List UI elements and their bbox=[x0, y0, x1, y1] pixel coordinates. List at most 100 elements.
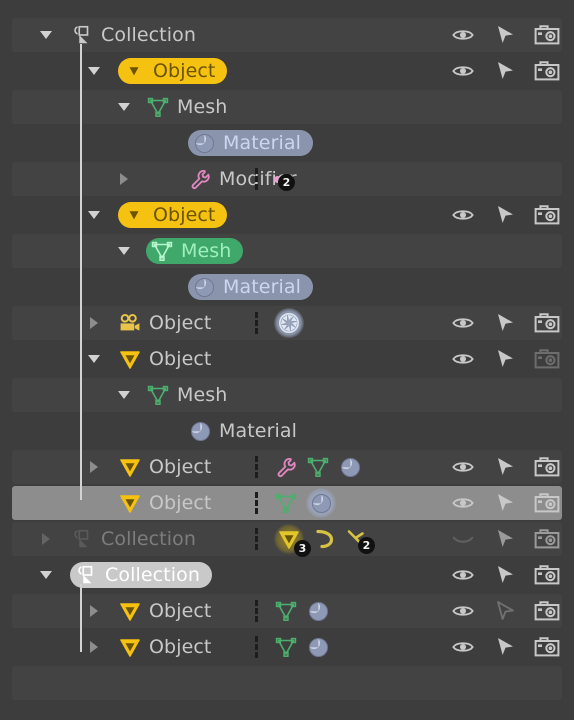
material-sphere-icon[interactable] bbox=[306, 599, 330, 623]
camera-icon[interactable] bbox=[534, 634, 560, 660]
mesh-data-icon[interactable] bbox=[274, 599, 298, 623]
material-sphere-icon[interactable] bbox=[306, 488, 336, 518]
cursor-icon[interactable] bbox=[492, 202, 518, 228]
disclosure-triangle-expanded[interactable] bbox=[86, 198, 102, 232]
material-sphere-icon[interactable] bbox=[306, 635, 330, 659]
camera-icon[interactable] bbox=[534, 454, 560, 480]
cursor-icon[interactable] bbox=[492, 346, 518, 372]
outliner-row[interactable]: Object bbox=[12, 306, 562, 340]
open-eye-icon[interactable] bbox=[450, 310, 476, 336]
row-name-pill[interactable]: Material bbox=[188, 418, 309, 444]
camera-icon[interactable] bbox=[534, 346, 560, 372]
row-name-cell[interactable]: Collection bbox=[70, 522, 208, 556]
outliner-row[interactable]: Mesh bbox=[12, 90, 562, 124]
outliner-row[interactable]: Mesh bbox=[12, 234, 562, 268]
row-name-pill[interactable]: Object bbox=[118, 346, 223, 372]
row-name-cell[interactable]: Object bbox=[118, 486, 223, 520]
disclosure-triangle-expanded[interactable] bbox=[116, 378, 132, 412]
armature-bone-icon[interactable]: 2 bbox=[344, 527, 375, 554]
cursor-icon[interactable] bbox=[492, 526, 518, 552]
row-name-cell[interactable]: Material bbox=[188, 414, 309, 448]
disclosure-triangle-collapsed[interactable] bbox=[86, 306, 102, 340]
outliner-row[interactable]: Object bbox=[12, 486, 562, 520]
open-eye-icon[interactable] bbox=[450, 202, 476, 228]
disclosure-triangle-collapsed[interactable] bbox=[38, 522, 54, 556]
closed-eye-icon[interactable] bbox=[450, 526, 476, 552]
disclosure-triangle-expanded[interactable] bbox=[86, 54, 102, 88]
outliner-row[interactable]: Modifier 2 bbox=[12, 162, 562, 196]
row-name-cell[interactable]: Mesh bbox=[146, 378, 239, 412]
disclosure-triangle-collapsed[interactable] bbox=[86, 630, 102, 664]
row-name-cell[interactable]: Collection bbox=[70, 18, 208, 52]
open-eye-icon[interactable] bbox=[450, 634, 476, 660]
outliner-row[interactable]: Object bbox=[12, 342, 562, 376]
camera-icon[interactable] bbox=[534, 22, 560, 48]
outliner-row[interactable] bbox=[12, 666, 562, 700]
camera-icon[interactable] bbox=[534, 58, 560, 84]
row-name-cell[interactable]: Object bbox=[118, 450, 223, 484]
row-name-pill[interactable]: Material bbox=[188, 130, 313, 156]
outliner-row[interactable]: Material bbox=[12, 270, 562, 304]
row-name-pill[interactable]: Mesh bbox=[146, 382, 239, 408]
camera-icon[interactable] bbox=[534, 202, 560, 228]
outliner-row[interactable]: Object bbox=[12, 198, 562, 232]
camera-icon[interactable] bbox=[534, 490, 560, 516]
row-name-pill[interactable]: Material bbox=[188, 274, 313, 300]
cursor-icon[interactable] bbox=[492, 490, 518, 516]
disclosure-triangle-expanded[interactable] bbox=[86, 342, 102, 376]
cursor-icon[interactable] bbox=[492, 562, 518, 588]
outliner-row[interactable]: Object bbox=[12, 594, 562, 628]
row-name-cell[interactable]: Object bbox=[118, 54, 228, 88]
disclosure-triangle-expanded[interactable] bbox=[116, 234, 132, 268]
row-name-pill[interactable]: Collection bbox=[70, 22, 208, 48]
cursor-icon[interactable] bbox=[492, 634, 518, 660]
disclosure-triangle-expanded[interactable] bbox=[116, 90, 132, 124]
row-name-cell[interactable]: Object bbox=[118, 306, 223, 340]
outliner-row[interactable]: Collection bbox=[12, 18, 562, 52]
outliner-row[interactable]: Collection 3 2 bbox=[12, 522, 562, 557]
cursor-icon[interactable] bbox=[492, 454, 518, 480]
row-name-cell[interactable]: Object bbox=[118, 594, 223, 628]
outliner-row[interactable]: Collection bbox=[12, 558, 562, 592]
open-eye-icon[interactable] bbox=[450, 562, 476, 588]
camera-icon[interactable] bbox=[534, 526, 560, 552]
cursor-icon[interactable] bbox=[492, 310, 518, 336]
row-name-pill[interactable]: Object bbox=[118, 58, 228, 84]
outliner-row[interactable]: Material bbox=[12, 414, 562, 448]
camera-icon[interactable] bbox=[534, 562, 560, 588]
material-sphere-icon[interactable] bbox=[338, 455, 362, 479]
row-name-pill[interactable]: Object bbox=[118, 310, 223, 336]
outliner-row[interactable]: Object bbox=[12, 630, 562, 664]
disclosure-triangle-expanded[interactable] bbox=[38, 558, 54, 592]
outliner-panel[interactable]: Collection Object Mesh Material Modifier 2 Obj… bbox=[0, 0, 574, 720]
row-name-pill[interactable]: Object bbox=[118, 202, 228, 228]
row-name-cell[interactable]: Material bbox=[188, 270, 313, 304]
row-name-pill[interactable]: Object bbox=[118, 598, 223, 624]
cursor-outline-icon[interactable] bbox=[492, 598, 518, 624]
row-name-cell[interactable]: Material bbox=[188, 126, 313, 160]
open-eye-icon[interactable] bbox=[450, 490, 476, 516]
row-name-cell[interactable]: Collection bbox=[70, 558, 212, 592]
curve-data-icon[interactable] bbox=[312, 527, 336, 551]
mesh-data-icon[interactable] bbox=[306, 455, 330, 479]
open-eye-icon[interactable] bbox=[450, 454, 476, 480]
open-eye-icon[interactable] bbox=[450, 346, 476, 372]
camera-icon[interactable] bbox=[534, 310, 560, 336]
mesh-data-icon[interactable] bbox=[274, 635, 298, 659]
open-eye-icon[interactable] bbox=[450, 22, 476, 48]
outliner-row[interactable]: Material bbox=[12, 126, 562, 160]
outliner-row[interactable]: Object bbox=[12, 54, 562, 88]
disclosure-triangle-expanded[interactable] bbox=[38, 18, 54, 52]
row-name-cell[interactable]: Object bbox=[118, 342, 223, 376]
row-name-pill[interactable]: Object bbox=[118, 634, 223, 660]
row-name-pill[interactable]: Collection bbox=[70, 526, 208, 552]
object-mesh-triangle-icon[interactable]: 3 bbox=[274, 524, 311, 557]
open-eye-icon[interactable] bbox=[450, 598, 476, 624]
row-name-pill[interactable]: Object bbox=[118, 454, 223, 480]
disclosure-triangle-collapsed[interactable] bbox=[86, 594, 102, 628]
cursor-icon[interactable] bbox=[492, 22, 518, 48]
disclosure-triangle-collapsed[interactable] bbox=[86, 486, 102, 520]
disclosure-triangle-collapsed[interactable] bbox=[116, 162, 132, 196]
open-eye-icon[interactable] bbox=[450, 58, 476, 84]
row-name-cell[interactable]: Object bbox=[118, 198, 228, 232]
